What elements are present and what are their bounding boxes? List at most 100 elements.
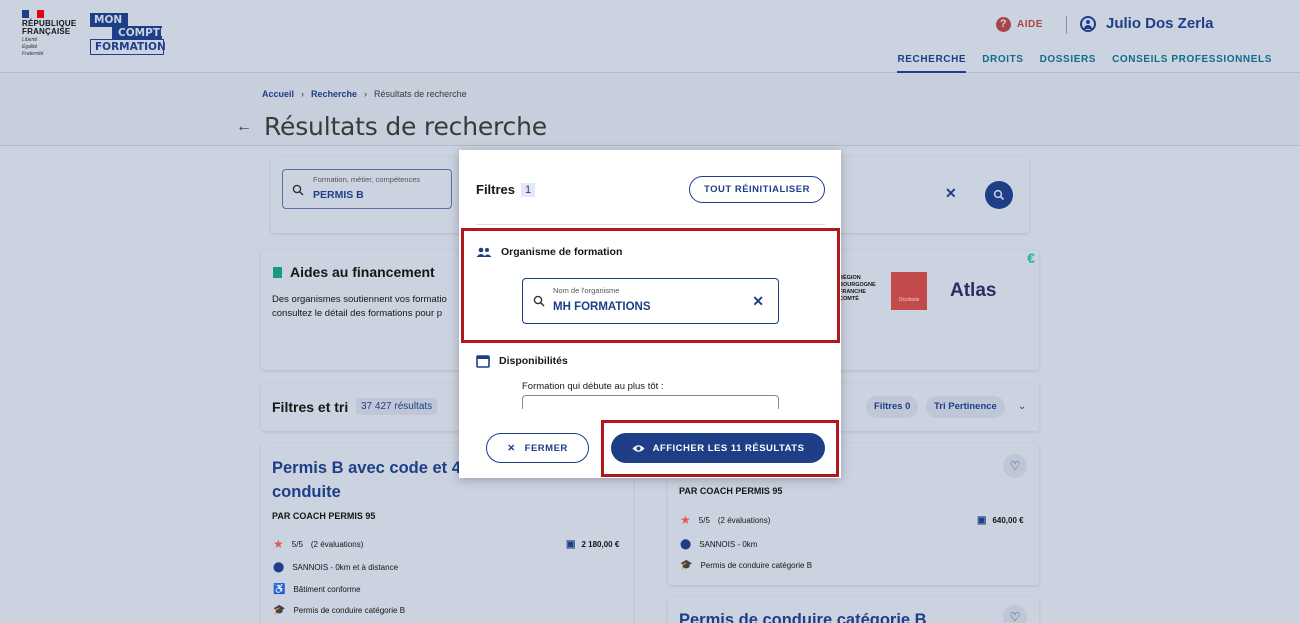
result-accessibility: ♿ Bâtiment conforme [273, 584, 361, 595]
result-title-line-2[interactable]: conduite [272, 481, 341, 503]
user-icon [1080, 15, 1096, 32]
funding-aid-title: Aides au financement [273, 264, 435, 280]
result-rating: ★ 5/5 (2 évaluations) [680, 513, 770, 527]
favorite-heart-icon[interactable]: ♡ [1003, 605, 1027, 623]
euro-icon: € [1027, 250, 1035, 266]
close-button-label: FERMER [524, 442, 568, 454]
favorite-heart-icon[interactable]: ♡ [1003, 454, 1027, 478]
brand-line-2: COMPTE [112, 26, 167, 40]
funding-aid-title-text: Aides au financement [290, 264, 435, 280]
modal-title-text: Filtres [476, 182, 516, 197]
search-input-value: PERMIS B [313, 189, 364, 201]
accessibility-text: Bâtiment conforme [293, 585, 361, 594]
graduation-cap-icon: 🎓 [680, 560, 693, 571]
chevron-down-icon[interactable]: ⌄ [1018, 401, 1026, 412]
availability-heading: Disponibilités [476, 354, 825, 368]
results-count-badge: 37 427 résultats [356, 398, 438, 415]
motto-line-3: Fraternité [22, 51, 44, 57]
result-rating: ★ 5/5 (2 évaluations) [273, 537, 363, 551]
republique-francaise-logo[interactable]: RÉPUBLIQUE FRANÇAISE Liberté Égalité Fra… [22, 10, 82, 57]
availability-heading-text: Disponibilités [499, 355, 568, 367]
location-text: SANNOIS - 0km et à distance [292, 563, 399, 572]
main-nav: RECHERCHE DROITS DOSSIERS CONSEILS PROFE… [897, 54, 1272, 73]
certification-text: Permis de conduire catégorie B [293, 606, 406, 615]
star-icon: ★ [273, 537, 284, 551]
results-count-unit: résultats [394, 401, 433, 412]
result-location: ⬤ SANNOIS - 0km et à distance [273, 562, 398, 573]
result-certification: 🎓 Permis de conduire catégorie B [273, 605, 405, 616]
breadcrumb-current: Résultats de recherche [374, 89, 467, 99]
earliest-start-label: Formation qui débute au plus tôt : [522, 381, 664, 392]
accessibility-icon: ♿ [273, 584, 286, 595]
rating-count: (2 évaluations) [717, 515, 771, 525]
graduation-cap-icon: 🎓 [273, 605, 286, 616]
result-title-line-1[interactable]: Permis B avec code et 4 [272, 457, 461, 479]
brand-line-3: FORMATION [90, 39, 166, 55]
funding-aid-desc-line-2: consultez le détail des formations pour … [272, 308, 443, 319]
earliest-start-date-input[interactable] [522, 395, 779, 409]
rating-count: (2 évaluations) [310, 539, 364, 549]
certification-text: Permis de conduire catégorie B [700, 561, 813, 570]
help-link[interactable]: ? AIDE [996, 17, 1043, 32]
nav-recherche[interactable]: RECHERCHE [897, 54, 967, 73]
region-line-1: RÉGION [839, 275, 861, 281]
location-pin-icon: ⬤ [680, 539, 692, 550]
price-value: 640,00 € [992, 516, 1024, 525]
page-title: ← Résultats de recherche [236, 112, 547, 141]
sort-chip[interactable]: Tri Pertinence [926, 396, 1005, 418]
region-bfc-logo: RÉGION BOURGOGNE FRANCHE COMTÉ [839, 275, 876, 303]
help-label: AIDE [1017, 19, 1043, 30]
user-account-link[interactable]: Julio Dos Zerla [1080, 15, 1214, 32]
nav-conseils-professionnels[interactable]: CONSEILS PROFESSIONNELS [1112, 54, 1272, 73]
close-button[interactable]: ✕ FERMER [486, 433, 589, 463]
close-icon: ✕ [507, 442, 516, 454]
result-card[interactable]: Permis de conduire catégorie B ♡ [668, 597, 1039, 623]
breadcrumb-search[interactable]: Recherche [311, 89, 357, 99]
search-button[interactable] [985, 181, 1013, 209]
search-icon [993, 189, 1005, 201]
mon-compte-formation-logo[interactable]: MON COMPTE FORMATION [90, 13, 167, 55]
result-title-line-1[interactable]: Permis de conduire catégorie B [679, 609, 927, 623]
result-location: ⬤ SANNOIS - 0km [680, 539, 757, 550]
result-certification: 🎓 Permis de conduire catégorie B [680, 560, 812, 571]
result-provider: PAR COACH PERMIS 95 [679, 486, 783, 496]
back-arrow-icon[interactable]: ← [236, 118, 252, 136]
region-line-3: FRANCHE [839, 289, 866, 295]
page-title-text: Résultats de recherche [264, 112, 547, 141]
search-input-label: Formation, métier, compétences [313, 175, 421, 184]
filters-chip[interactable]: Filtres 0 [866, 396, 919, 418]
page-title-band: Accueil › Recherche › Résultats de reche… [0, 74, 1300, 146]
breadcrumb-chevron-icon: › [301, 89, 305, 99]
motto-line-2: Égalité [22, 44, 38, 50]
header-separator [1066, 16, 1067, 34]
reset-all-button[interactable]: TOUT RÉINITIALISER [689, 176, 825, 203]
breadcrumb-home[interactable]: Accueil [262, 89, 294, 99]
cpf-eligible-icon: ▣ [566, 539, 576, 550]
calendar-icon [476, 355, 490, 368]
republique-line-2: FRANÇAISE [22, 27, 71, 36]
site-header: RÉPUBLIQUE FRANÇAISE Liberté Égalité Fra… [0, 0, 1300, 73]
nav-dossiers[interactable]: DOSSIERS [1040, 54, 1096, 73]
funding-aid-desc-line-1: Des organismes soutiennent vos formatio [272, 294, 447, 305]
region-line-4: COMTÉ [839, 296, 859, 302]
question-icon: ? [996, 17, 1011, 32]
modal-title: Filtres 1 [476, 182, 536, 197]
rating-value: 5/5 [698, 515, 710, 525]
region-line-2: BOURGOGNE [839, 282, 876, 288]
star-icon: ★ [680, 513, 691, 527]
search-input[interactable]: Formation, métier, compétences PERMIS B [282, 169, 452, 209]
organization-section-highlight [461, 228, 840, 343]
cpf-eligible-icon: ▣ [977, 515, 987, 526]
result-price: ▣ 640,00 € [977, 515, 1024, 526]
user-name: Julio Dos Zerla [1106, 15, 1214, 32]
availability-section: Disponibilités Formation qui débute au p… [476, 354, 825, 414]
funding-aid-description: Des organismes soutiennent vos formatio … [272, 293, 458, 323]
clear-location-icon[interactable]: ✕ [945, 185, 957, 202]
search-icon [292, 184, 304, 196]
region-occitanie-logo: Occitanie [891, 272, 927, 310]
breadcrumb-chevron-icon: › [364, 89, 368, 99]
nav-droits[interactable]: DROITS [982, 54, 1023, 73]
motto-line-1: Liberté [22, 37, 38, 43]
breadcrumb: Accueil › Recherche › Résultats de reche… [262, 89, 467, 99]
price-value: 2 180,00 € [581, 540, 620, 549]
